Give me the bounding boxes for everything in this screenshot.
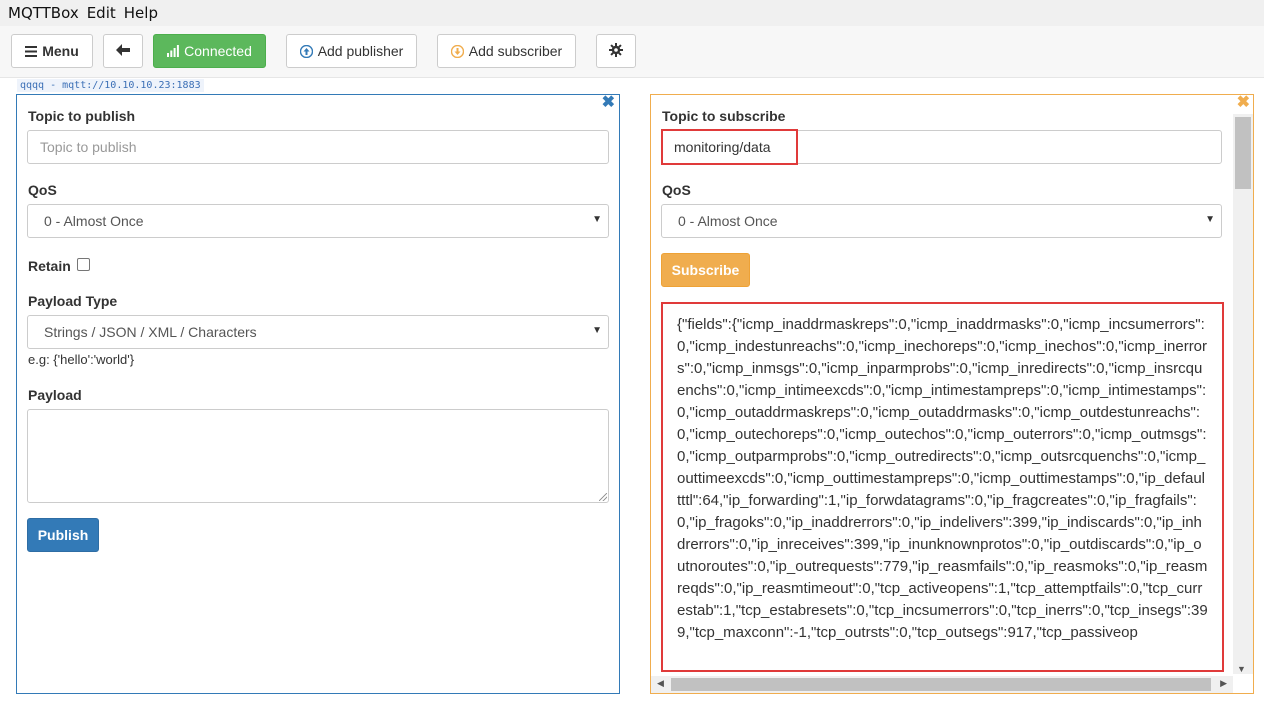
vertical-scroll-thumb[interactable] <box>1235 117 1251 189</box>
horizontal-scroll-thumb[interactable] <box>671 678 1211 691</box>
menubar: MQTTBox Edit Help <box>0 0 1264 26</box>
arrow-left-icon <box>116 43 130 59</box>
retain-checkbox[interactable] <box>77 258 90 271</box>
hamburger-icon <box>25 45 38 57</box>
payload-type-value: Strings / JSON / XML / Characters <box>44 324 257 340</box>
menu-button-label: Menu <box>42 43 79 59</box>
caret-down-icon: ▼ <box>592 325 602 336</box>
back-button[interactable] <box>103 34 143 68</box>
add-subscriber-label: Add subscriber <box>468 43 563 59</box>
arrow-circle-up-icon <box>299 44 313 58</box>
scroll-right-icon[interactable]: ▶ <box>1220 678 1227 689</box>
settings-button[interactable] <box>596 34 636 68</box>
menu-mqttbox[interactable]: MQTTBox <box>8 4 79 22</box>
horizontal-scrollbar[interactable]: ◀ ▶ <box>651 676 1233 693</box>
publisher-panel: ✖ Topic to publish Topic to publish QoS … <box>16 94 620 694</box>
caret-down-icon: ▼ <box>1205 214 1215 225</box>
publish-button[interactable]: Publish <box>27 518 99 552</box>
publish-topic-label: Topic to publish <box>28 108 136 124</box>
subscriber-panel: ✖ Topic to subscribe monitoring/data QoS… <box>650 94 1254 694</box>
payload-textarea[interactable] <box>27 409 609 503</box>
menu-button[interactable]: Menu <box>11 34 93 68</box>
payload-label: Payload <box>28 387 82 403</box>
menu-edit[interactable]: Edit <box>87 4 116 22</box>
gear-icon <box>609 42 623 60</box>
add-publisher-label: Add publisher <box>317 43 404 59</box>
arrow-circle-down-icon <box>450 44 464 58</box>
message-payload: {"fields":{"icmp_inaddrmaskreps":0,"icmp… <box>677 316 1208 641</box>
close-subscriber-icon[interactable]: ✖ <box>1237 95 1250 111</box>
connection-tag: qqqq - mqtt://10.10.10.23:1883 <box>17 79 204 92</box>
close-publisher-icon[interactable]: ✖ <box>602 95 615 111</box>
publish-qos-select[interactable]: 0 - Almost Once ▼ <box>27 204 609 238</box>
connected-button[interactable]: Connected <box>153 34 266 68</box>
publish-topic-input[interactable]: Topic to publish <box>27 130 609 164</box>
payload-type-select[interactable]: Strings / JSON / XML / Characters ▼ <box>27 315 609 349</box>
payload-hint: e.g: {'hello':'world'} <box>28 352 135 367</box>
resize-grip-icon[interactable] <box>599 493 607 501</box>
scroll-down-icon[interactable]: ▼ <box>1237 664 1246 674</box>
subscribe-qos-label: QoS <box>662 182 691 198</box>
add-publisher-button[interactable]: Add publisher <box>286 34 417 68</box>
subscribe-topic-label: Topic to subscribe <box>662 108 786 124</box>
connected-label: Connected <box>184 43 252 59</box>
toolbar: Menu Connected Add publisher Add subscri… <box>0 26 1264 78</box>
retain-label: Retain <box>28 258 71 274</box>
scroll-left-icon[interactable]: ◀ <box>657 678 664 689</box>
publish-qos-label: QoS <box>28 182 57 198</box>
payload-type-label: Payload Type <box>28 293 118 309</box>
menu-help[interactable]: Help <box>124 4 158 22</box>
subscribe-qos-value: 0 - Almost Once <box>678 213 778 229</box>
signal-bars-icon <box>167 45 180 57</box>
publish-qos-value: 0 - Almost Once <box>44 213 144 229</box>
message-box: {"fields":{"icmp_inaddrmaskreps":0,"icmp… <box>661 302 1224 672</box>
caret-down-icon: ▼ <box>592 214 602 225</box>
add-subscriber-button[interactable]: Add subscriber <box>437 34 576 68</box>
subscribe-button[interactable]: Subscribe <box>661 253 750 287</box>
vertical-scrollbar[interactable]: ▼ <box>1233 114 1253 674</box>
topic-highlight-box <box>661 129 798 165</box>
subscribe-qos-select[interactable]: 0 - Almost Once ▼ <box>661 204 1222 238</box>
